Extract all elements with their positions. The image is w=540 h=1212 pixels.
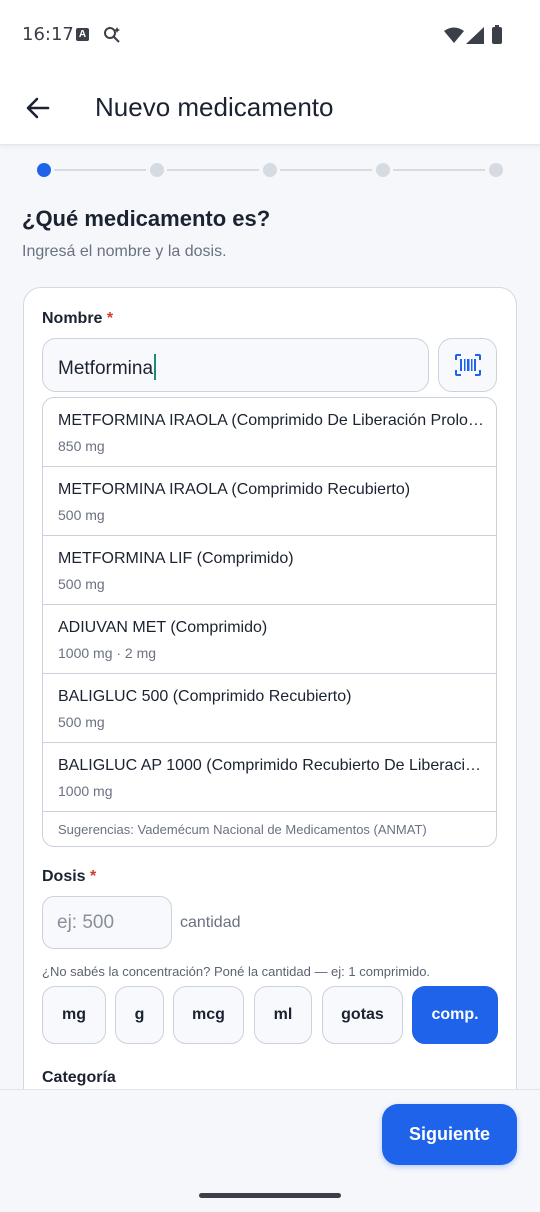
dose-input[interactable] [43,897,171,948]
suggestion-item[interactable]: BALIGLUC AP 1000 (Comprimido Recubierto … [43,743,496,812]
required-mark: * [106,310,114,327]
suggestion-dose: 850 mg [58,438,105,454]
suggestion-item[interactable]: BALIGLUC 500 (Comprimido Recubierto) 500… [43,674,496,743]
back-button[interactable] [18,88,58,128]
page-title: Nuevo medicamento [95,92,334,122]
unit-chip-mcg[interactable]: mcg [173,986,244,1044]
arrow-left-icon [26,97,50,119]
unit-chip-comp[interactable]: comp. [412,986,498,1044]
suggestion-title: METFORMINA IRAOLA (Comprimido Recubierto… [58,481,411,498]
suggestion-item[interactable]: METFORMINA IRAOLA (Comprimido De Liberac… [43,398,496,467]
suggestion-title: BALIGLUC AP 1000 (Comprimido Recubierto … [58,757,486,774]
barcode-icon [455,354,481,376]
barcode-scan-button[interactable] [438,338,497,392]
step-dot [263,163,277,177]
wifi-icon [444,27,464,48]
step-dot-current [37,163,51,177]
name-input[interactable]: Metformina [42,338,429,392]
step-connector [54,169,146,171]
suggestion-title: BALIGLUC 500 (Comprimido Recubierto) [58,688,352,705]
suggestion-item[interactable]: ADIUVAN MET (Comprimido) 1000 mg · 2 mg [43,605,496,674]
name-input-value: Metformina [58,354,157,380]
suggestion-title: METFORMINA LIF (Comprimido) [58,550,294,567]
suggestion-item[interactable]: METFORMINA IRAOLA (Comprimido Recubierto… [43,467,496,536]
status-bar: 16:17 A [0,0,540,70]
suggestion-dose: 500 mg [58,714,105,730]
unit-chip-g[interactable]: g [115,986,164,1044]
suggestion-dose: 500 mg [58,507,105,523]
step-connector [167,169,259,171]
dose-field [42,896,172,949]
suggestions-source: Sugerencias: Vademécum Nacional de Medic… [58,822,427,837]
text-caret [154,354,157,380]
status-time: 16:17 [22,24,74,45]
name-value-text: Metformina [58,358,154,379]
step-dot [376,163,390,177]
name-label-text: Nombre [42,310,103,327]
unit-chip-gotas[interactable]: gotas [322,986,403,1044]
battery-icon [492,25,502,44]
next-button[interactable]: Siguiente [382,1104,517,1165]
unit-chip-ml[interactable]: ml [254,986,312,1044]
suggestions-list: METFORMINA IRAOLA (Comprimido De Liberac… [42,397,497,847]
dose-label-text: Dosis [42,868,86,885]
search-sparkle-icon [102,25,122,50]
step-dot [489,163,503,177]
question-subtitle: Ingresá el nombre y la dosis. [22,243,227,260]
app-bar: Nuevo medicamento [0,70,540,145]
home-indicator[interactable] [199,1193,341,1198]
notification-badge-icon: A [76,28,89,41]
step-dot [150,163,164,177]
dose-label: Dosis * [42,868,96,886]
suggestion-dose: 500 mg [58,576,105,592]
suggestion-dose: 1000 mg [58,783,113,799]
progress-stepper [37,162,505,178]
dose-hint: ¿No sabés la concentración? Poné la cant… [42,964,431,979]
question-title: ¿Qué medicamento es? [22,206,271,231]
step-connector [393,169,485,171]
quantity-label: cantidad [180,914,241,931]
suggestion-item[interactable]: METFORMINA LIF (Comprimido) 500 mg [43,536,496,605]
suggestion-title: METFORMINA IRAOLA (Comprimido De Liberac… [58,412,486,429]
signal-icon [466,27,484,49]
suggestion-dose: 1000 mg · 2 mg [58,645,157,661]
unit-chip-mg[interactable]: mg [42,986,106,1044]
suggestion-title: ADIUVAN MET (Comprimido) [58,619,268,636]
name-label: Nombre * [42,310,113,328]
step-connector [280,169,372,171]
category-label: Categoría [42,1069,116,1086]
required-mark: * [90,868,97,885]
